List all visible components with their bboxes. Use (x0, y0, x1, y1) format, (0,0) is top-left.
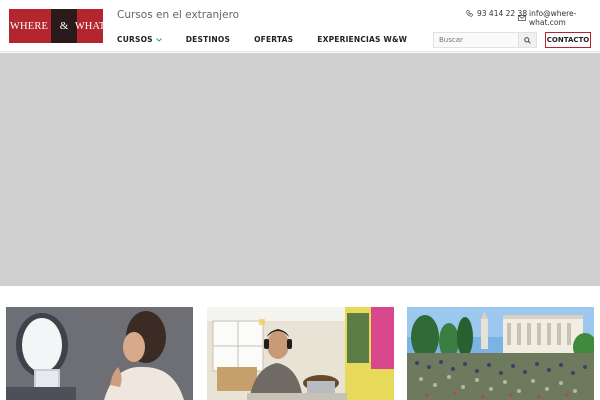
logo-text-where: WHERE (9, 20, 49, 32)
email-contact[interactable]: info@where-what.com (518, 9, 600, 27)
nav-item-ofertas[interactable]: OFERTAS (254, 35, 293, 44)
site-header: WHERE & WHAT Cursos en el extranjero 93 … (0, 0, 600, 52)
search-box (433, 32, 537, 48)
nav-item-label: CURSOS (117, 35, 153, 44)
search-icon (524, 36, 531, 44)
mail-icon (518, 15, 526, 21)
logo-text-what: WHAT (74, 20, 106, 32)
nav-item-cursos[interactable]: CURSOS (117, 35, 162, 44)
nav-item-label: EXPERIENCIAS W&W (317, 35, 408, 44)
nav-item-destinos[interactable]: DESTINOS (186, 35, 230, 44)
site-tagline: Cursos en el extranjero (117, 9, 240, 21)
woman-on-airplane-photo (6, 307, 193, 400)
phone-icon (466, 10, 473, 17)
course-card-student[interactable] (207, 307, 394, 400)
course-card-campus[interactable] (407, 307, 594, 400)
search-button[interactable] (518, 33, 536, 47)
nav-item-label: OFERTAS (254, 35, 294, 44)
hero-banner-placeholder (0, 53, 600, 286)
contact-button[interactable]: CONTACTO (545, 32, 591, 48)
course-card-airplane[interactable] (6, 307, 193, 400)
search-input[interactable] (434, 33, 518, 47)
chevron-down-icon (155, 36, 162, 44)
man-with-headphones-laptop-photo (207, 307, 394, 400)
main-nav: CURSOS DESTINOS OFERTAS EXPERIENCIAS W&W (117, 35, 431, 44)
university-campus-crowd-photo (407, 307, 594, 400)
nav-item-label: DESTINOS (185, 35, 231, 44)
logo-ampersand: & (51, 9, 77, 43)
where-what-logo[interactable]: WHERE & WHAT (9, 9, 106, 43)
email-address: info@where-what.com (529, 9, 577, 27)
nav-item-experiencias[interactable]: EXPERIENCIAS W&W (317, 35, 407, 44)
